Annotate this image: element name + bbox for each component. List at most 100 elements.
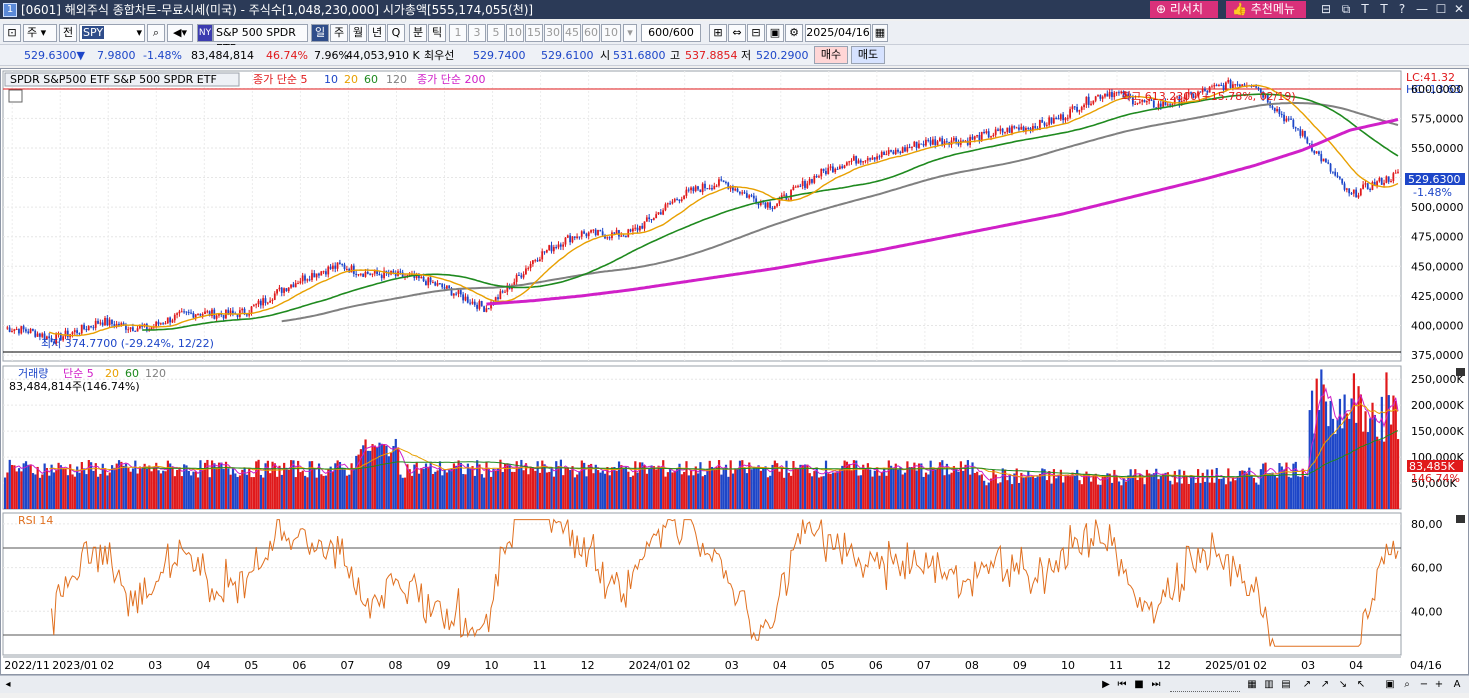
- interval-3[interactable]: 3: [468, 24, 486, 42]
- candle-body: [629, 229, 632, 232]
- arrow-icon[interactable]: ↗: [1300, 678, 1314, 692]
- volume-close-icon[interactable]: [1456, 368, 1465, 376]
- grid-icon[interactable]: ▦: [1245, 678, 1259, 692]
- period-day[interactable]: 일: [311, 24, 329, 42]
- candle-body: [199, 313, 202, 316]
- volume-bar: [8, 459, 11, 509]
- chart-svg[interactable]: SPDR S&P500 ETF S&P 500 SPDR ETF 종가 단순 5…: [1, 69, 1468, 674]
- volume-bar: [180, 476, 183, 509]
- prev-button[interactable]: 전: [59, 24, 77, 42]
- period-tick[interactable]: 틱: [428, 24, 446, 42]
- candle-body: [1290, 118, 1292, 120]
- help-icon[interactable]: ?: [1394, 1, 1410, 17]
- interval-5[interactable]: 5: [487, 24, 505, 42]
- line-icon[interactable]: ↘: [1336, 678, 1350, 692]
- chart-area[interactable]: SPDR S&P500 ETF S&P 500 SPDR ETF 종가 단순 5…: [0, 68, 1469, 675]
- date-input[interactable]: 2025/04/16: [805, 24, 871, 42]
- minimize-icon[interactable]: —: [1414, 1, 1430, 17]
- volume-bar: [957, 471, 960, 509]
- volume-bar: [750, 469, 753, 509]
- chevron-down-icon[interactable]: ▾: [136, 25, 142, 41]
- stop-icon[interactable]: ■: [1132, 678, 1146, 692]
- volume-bar: [62, 468, 65, 509]
- market-select[interactable]: 주 ▾: [23, 24, 57, 42]
- save-icon[interactable]: ▣: [766, 24, 784, 42]
- arrows-icon[interactable]: ⇔: [728, 24, 746, 42]
- magnifier-icon[interactable]: ⌕: [1400, 678, 1414, 692]
- buy-button[interactable]: 매수: [814, 46, 848, 64]
- volume-bar: [480, 474, 483, 509]
- interval-1[interactable]: 1: [449, 24, 467, 42]
- candle-body: [692, 187, 695, 192]
- period-quarter[interactable]: Q: [387, 24, 405, 42]
- x-axis-end-label: 04/16: [1410, 659, 1442, 672]
- candle-body: [94, 320, 97, 328]
- volume-bar: [1013, 473, 1016, 509]
- interval-10[interactable]: 10: [506, 24, 524, 42]
- tools-icon[interactable]: ⊟: [747, 24, 765, 42]
- restore-split-icon[interactable]: ⧉: [1338, 1, 1354, 17]
- volume-bar: [669, 468, 672, 509]
- link-icon[interactable]: ⊡: [3, 24, 21, 42]
- chart-type-icon[interactable]: ▥: [1262, 678, 1276, 692]
- volume-bar: [701, 476, 704, 509]
- volume-bar: [1285, 462, 1288, 509]
- interval-45[interactable]: 45: [563, 24, 581, 42]
- font-icon[interactable]: A: [1450, 678, 1464, 692]
- speed-slider[interactable]: [1170, 678, 1240, 692]
- zoom-in-icon[interactable]: ⊞: [709, 24, 727, 42]
- interval-30[interactable]: 30: [544, 24, 562, 42]
- period-minute[interactable]: 분: [409, 24, 427, 42]
- pin-icon[interactable]: T: [1357, 1, 1373, 17]
- forward-icon[interactable]: ⏭: [1149, 678, 1163, 692]
- candle-body: [1348, 188, 1351, 194]
- candle-body: [545, 249, 548, 253]
- interval-15[interactable]: 15: [525, 24, 543, 42]
- candle-body: [297, 283, 299, 285]
- zoom-in-plus-icon[interactable]: +: [1433, 678, 1445, 692]
- text-icon[interactable]: T: [1376, 1, 1392, 17]
- recommend-menu-button[interactable]: 👍 추천메뉴: [1226, 1, 1306, 18]
- draw-icon[interactable]: ▣: [1383, 678, 1397, 692]
- candle-body: [811, 179, 813, 183]
- volume-bar: [429, 461, 432, 509]
- close-icon[interactable]: ✕: [1451, 1, 1467, 17]
- grid-toggle-icon[interactable]: [8, 89, 23, 103]
- bottom-scrollbar[interactable]: ◂ ▶ ⏮ ■ ⏭ ▦ ▥ ▤ ↗ ↗ ↘ ↖ ▣ ⌕ − + A: [0, 675, 1469, 693]
- symbol-input[interactable]: SPY ▾: [79, 24, 145, 42]
- candle-body: [745, 193, 748, 198]
- count-input[interactable]: 600/600: [641, 24, 701, 42]
- interval-chevron-icon[interactable]: ▾: [623, 24, 637, 42]
- candle-body: [80, 324, 83, 334]
- period-week[interactable]: 주: [330, 24, 348, 42]
- volume-bar: [1287, 476, 1290, 509]
- candle-body: [1334, 171, 1337, 176]
- x-axis-label: 04: [196, 659, 210, 672]
- period-year[interactable]: 년: [368, 24, 386, 42]
- maximize-icon[interactable]: ☐: [1433, 1, 1449, 17]
- volume-bar: [1024, 476, 1028, 509]
- zoom-out-icon[interactable]: −: [1418, 678, 1430, 692]
- sell-button[interactable]: 매도: [851, 46, 885, 64]
- play-icon[interactable]: ▶: [1100, 678, 1112, 692]
- layout-icon[interactable]: ⊟: [1318, 1, 1334, 17]
- trend-icon[interactable]: ↗: [1318, 678, 1332, 692]
- search-icon[interactable]: ⌕: [147, 24, 165, 42]
- gear-icon[interactable]: ⚙: [785, 24, 803, 42]
- candle-icon[interactable]: ▤: [1279, 678, 1293, 692]
- calendar-icon[interactable]: ▦: [872, 24, 888, 42]
- rewind-icon[interactable]: ⏮: [1115, 678, 1129, 692]
- scroll-left-icon[interactable]: ◂: [2, 678, 14, 692]
- research-button[interactable]: ⊕ 리서치: [1150, 1, 1218, 18]
- interval-60[interactable]: 60: [582, 24, 600, 42]
- ray-icon[interactable]: ↖: [1354, 678, 1368, 692]
- interval-custom[interactable]: 10: [601, 24, 621, 42]
- candle-body: [183, 311, 185, 313]
- candle-body: [169, 317, 172, 323]
- volume-bar: [259, 474, 263, 509]
- volume-ma60-legend: 60: [125, 367, 139, 380]
- rsi-close-icon[interactable]: [1456, 515, 1465, 523]
- volume-bar: [1090, 481, 1093, 509]
- speaker-icon[interactable]: ◀▾: [167, 24, 193, 42]
- period-month[interactable]: 월: [349, 24, 367, 42]
